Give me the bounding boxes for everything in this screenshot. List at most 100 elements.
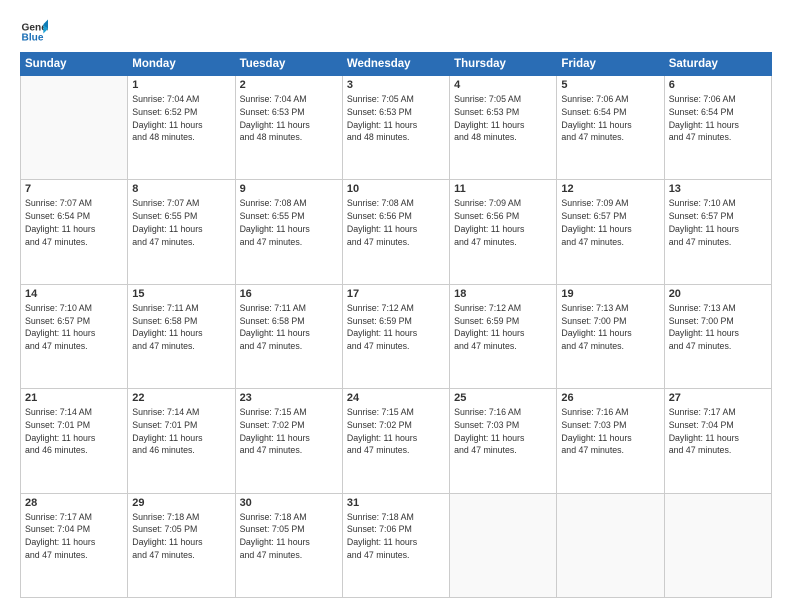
day-number: 13 bbox=[669, 183, 767, 195]
calendar-cell: 24 Sunrise: 7:15 AM Sunset: 7:02 PM Dayli… bbox=[342, 389, 449, 493]
day-number: 4 bbox=[454, 79, 552, 91]
calendar-cell: 4 Sunrise: 7:05 AM Sunset: 6:53 PM Daylig… bbox=[450, 76, 557, 180]
calendar-header-wednesday: Wednesday bbox=[342, 53, 449, 76]
day-number: 24 bbox=[347, 392, 445, 404]
day-number: 23 bbox=[240, 392, 338, 404]
day-number: 9 bbox=[240, 183, 338, 195]
cell-info: Sunrise: 7:09 AM Sunset: 6:56 PM Dayligh… bbox=[454, 197, 552, 248]
calendar-cell: 7 Sunrise: 7:07 AM Sunset: 6:54 PM Daylig… bbox=[21, 180, 128, 284]
calendar-week-4: 21 Sunrise: 7:14 AM Sunset: 7:01 PM Dayli… bbox=[21, 389, 772, 493]
cell-info: Sunrise: 7:06 AM Sunset: 6:54 PM Dayligh… bbox=[669, 93, 767, 144]
cell-info: Sunrise: 7:12 AM Sunset: 6:59 PM Dayligh… bbox=[454, 302, 552, 353]
cell-info: Sunrise: 7:13 AM Sunset: 7:00 PM Dayligh… bbox=[561, 302, 659, 353]
calendar-cell: 21 Sunrise: 7:14 AM Sunset: 7:01 PM Dayli… bbox=[21, 389, 128, 493]
cell-info: Sunrise: 7:17 AM Sunset: 7:04 PM Dayligh… bbox=[25, 511, 123, 562]
calendar-header-friday: Friday bbox=[557, 53, 664, 76]
calendar-week-5: 28 Sunrise: 7:17 AM Sunset: 7:04 PM Dayli… bbox=[21, 493, 772, 597]
day-number: 20 bbox=[669, 288, 767, 300]
calendar-cell bbox=[557, 493, 664, 597]
cell-info: Sunrise: 7:07 AM Sunset: 6:55 PM Dayligh… bbox=[132, 197, 230, 248]
day-number: 8 bbox=[132, 183, 230, 195]
day-number: 7 bbox=[25, 183, 123, 195]
day-number: 11 bbox=[454, 183, 552, 195]
calendar-cell bbox=[450, 493, 557, 597]
day-number: 25 bbox=[454, 392, 552, 404]
cell-info: Sunrise: 7:04 AM Sunset: 6:52 PM Dayligh… bbox=[132, 93, 230, 144]
cell-info: Sunrise: 7:05 AM Sunset: 6:53 PM Dayligh… bbox=[454, 93, 552, 144]
logo-icon: General Blue bbox=[20, 18, 48, 46]
logo: General Blue bbox=[20, 18, 48, 46]
calendar-cell: 8 Sunrise: 7:07 AM Sunset: 6:55 PM Daylig… bbox=[128, 180, 235, 284]
cell-info: Sunrise: 7:15 AM Sunset: 7:02 PM Dayligh… bbox=[347, 406, 445, 457]
cell-info: Sunrise: 7:07 AM Sunset: 6:54 PM Dayligh… bbox=[25, 197, 123, 248]
day-number: 21 bbox=[25, 392, 123, 404]
calendar-cell: 2 Sunrise: 7:04 AM Sunset: 6:53 PM Daylig… bbox=[235, 76, 342, 180]
calendar-cell: 13 Sunrise: 7:10 AM Sunset: 6:57 PM Dayli… bbox=[664, 180, 771, 284]
calendar-week-3: 14 Sunrise: 7:10 AM Sunset: 6:57 PM Dayli… bbox=[21, 284, 772, 388]
calendar-cell: 30 Sunrise: 7:18 AM Sunset: 7:05 PM Dayli… bbox=[235, 493, 342, 597]
calendar-header-sunday: Sunday bbox=[21, 53, 128, 76]
calendar-cell: 10 Sunrise: 7:08 AM Sunset: 6:56 PM Dayli… bbox=[342, 180, 449, 284]
cell-info: Sunrise: 7:11 AM Sunset: 6:58 PM Dayligh… bbox=[132, 302, 230, 353]
day-number: 31 bbox=[347, 497, 445, 509]
day-number: 6 bbox=[669, 79, 767, 91]
calendar-cell: 25 Sunrise: 7:16 AM Sunset: 7:03 PM Dayli… bbox=[450, 389, 557, 493]
day-number: 17 bbox=[347, 288, 445, 300]
calendar-cell: 19 Sunrise: 7:13 AM Sunset: 7:00 PM Dayli… bbox=[557, 284, 664, 388]
cell-info: Sunrise: 7:10 AM Sunset: 6:57 PM Dayligh… bbox=[25, 302, 123, 353]
cell-info: Sunrise: 7:04 AM Sunset: 6:53 PM Dayligh… bbox=[240, 93, 338, 144]
day-number: 26 bbox=[561, 392, 659, 404]
cell-info: Sunrise: 7:13 AM Sunset: 7:00 PM Dayligh… bbox=[669, 302, 767, 353]
day-number: 28 bbox=[25, 497, 123, 509]
calendar-cell: 12Sunrise: 7:09 AM Sunset: 6:57 PM Dayli… bbox=[557, 180, 664, 284]
day-number: 30 bbox=[240, 497, 338, 509]
calendar-header-tuesday: Tuesday bbox=[235, 53, 342, 76]
day-number: 3 bbox=[347, 79, 445, 91]
cell-info: Sunrise: 7:18 AM Sunset: 7:05 PM Dayligh… bbox=[132, 511, 230, 562]
cell-info: Sunrise: 7:18 AM Sunset: 7:05 PM Dayligh… bbox=[240, 511, 338, 562]
day-number: 2 bbox=[240, 79, 338, 91]
calendar-cell: 27Sunrise: 7:17 AM Sunset: 7:04 PM Dayli… bbox=[664, 389, 771, 493]
day-number: 5 bbox=[561, 79, 659, 91]
calendar-cell: 14 Sunrise: 7:10 AM Sunset: 6:57 PM Dayli… bbox=[21, 284, 128, 388]
calendar-cell: 6 Sunrise: 7:06 AM Sunset: 6:54 PM Daylig… bbox=[664, 76, 771, 180]
day-number: 16 bbox=[240, 288, 338, 300]
calendar-cell: 23Sunrise: 7:15 AM Sunset: 7:02 PM Dayli… bbox=[235, 389, 342, 493]
calendar-header-row: SundayMondayTuesdayWednesdayThursdayFrid… bbox=[21, 53, 772, 76]
calendar-cell: 3 Sunrise: 7:05 AM Sunset: 6:53 PM Daylig… bbox=[342, 76, 449, 180]
calendar-cell: 9 Sunrise: 7:08 AM Sunset: 6:55 PM Daylig… bbox=[235, 180, 342, 284]
cell-info: Sunrise: 7:11 AM Sunset: 6:58 PM Dayligh… bbox=[240, 302, 338, 353]
calendar-cell: 26Sunrise: 7:16 AM Sunset: 7:03 PM Dayli… bbox=[557, 389, 664, 493]
day-number: 19 bbox=[561, 288, 659, 300]
cell-info: Sunrise: 7:16 AM Sunset: 7:03 PM Dayligh… bbox=[454, 406, 552, 457]
cell-info: Sunrise: 7:14 AM Sunset: 7:01 PM Dayligh… bbox=[25, 406, 123, 457]
day-number: 22 bbox=[132, 392, 230, 404]
calendar-cell: 29 Sunrise: 7:18 AM Sunset: 7:05 PM Dayli… bbox=[128, 493, 235, 597]
calendar-cell: 15 Sunrise: 7:11 AM Sunset: 6:58 PM Dayli… bbox=[128, 284, 235, 388]
cell-info: Sunrise: 7:08 AM Sunset: 6:56 PM Dayligh… bbox=[347, 197, 445, 248]
calendar-cell: 28 Sunrise: 7:17 AM Sunset: 7:04 PM Dayli… bbox=[21, 493, 128, 597]
calendar-cell: 22 Sunrise: 7:14 AM Sunset: 7:01 PM Dayli… bbox=[128, 389, 235, 493]
cell-info: Sunrise: 7:08 AM Sunset: 6:55 PM Dayligh… bbox=[240, 197, 338, 248]
calendar-header-thursday: Thursday bbox=[450, 53, 557, 76]
calendar-week-1: 1Sunrise: 7:04 AM Sunset: 6:52 PM Daylig… bbox=[21, 76, 772, 180]
calendar-cell: 31 Sunrise: 7:18 AM Sunset: 7:06 PM Dayli… bbox=[342, 493, 449, 597]
day-number: 14 bbox=[25, 288, 123, 300]
calendar-cell: 11 Sunrise: 7:09 AM Sunset: 6:56 PM Dayli… bbox=[450, 180, 557, 284]
day-number: 29 bbox=[132, 497, 230, 509]
day-number: 27 bbox=[669, 392, 767, 404]
calendar-cell: 20 Sunrise: 7:13 AM Sunset: 7:00 PM Dayli… bbox=[664, 284, 771, 388]
svg-text:Blue: Blue bbox=[22, 33, 44, 44]
calendar-header-monday: Monday bbox=[128, 53, 235, 76]
day-number: 15 bbox=[132, 288, 230, 300]
day-number: 10 bbox=[347, 183, 445, 195]
cell-info: Sunrise: 7:05 AM Sunset: 6:53 PM Dayligh… bbox=[347, 93, 445, 144]
cell-info: Sunrise: 7:14 AM Sunset: 7:01 PM Dayligh… bbox=[132, 406, 230, 457]
cell-info: Sunrise: 7:10 AM Sunset: 6:57 PM Dayligh… bbox=[669, 197, 767, 248]
calendar-table: SundayMondayTuesdayWednesdayThursdayFrid… bbox=[20, 52, 772, 598]
cell-info: Sunrise: 7:12 AM Sunset: 6:59 PM Dayligh… bbox=[347, 302, 445, 353]
header: General Blue bbox=[20, 18, 772, 46]
calendar-cell: 17 Sunrise: 7:12 AM Sunset: 6:59 PM Dayli… bbox=[342, 284, 449, 388]
cell-info: Sunrise: 7:18 AM Sunset: 7:06 PM Dayligh… bbox=[347, 511, 445, 562]
calendar-cell: 1Sunrise: 7:04 AM Sunset: 6:52 PM Daylig… bbox=[128, 76, 235, 180]
